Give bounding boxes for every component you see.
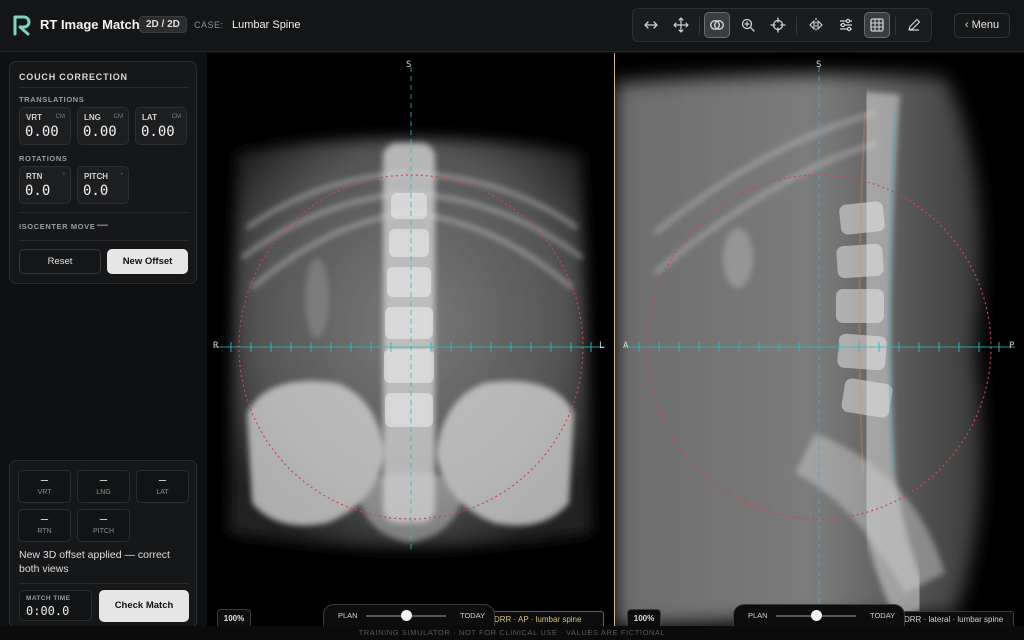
- lateral-xray-image: [615, 53, 1024, 626]
- move-icon[interactable]: [668, 12, 694, 38]
- pitch-label: PITCH: [84, 172, 108, 181]
- lat-unit: CM: [171, 114, 181, 120]
- lateral-orientation-right: P: [1009, 341, 1015, 351]
- match-time-value: 0:00.0: [26, 604, 70, 618]
- offset-vrt: – VRT: [18, 470, 71, 503]
- check-match-button[interactable]: Check Match: [99, 590, 189, 622]
- tool-bar: [632, 8, 932, 42]
- rtn-value: 0.0: [25, 183, 51, 199]
- case-name: Lumbar Spine: [232, 19, 301, 31]
- mirror-icon[interactable]: [803, 12, 829, 38]
- rotations-title: ROTATIONS: [19, 154, 68, 163]
- top-bar: RT Image Match 2D / 2D CASE: Lumbar Spin…: [0, 0, 1024, 52]
- disclaimer-footer: TRAINING SIMULATOR · NOT FOR CLINICAL US…: [0, 626, 1024, 640]
- ap-xray-image: [207, 53, 614, 626]
- toolbar-divider: [796, 17, 797, 35]
- zoom-icon[interactable]: [735, 12, 761, 38]
- mode-badge[interactable]: 2D / 2D: [139, 16, 187, 33]
- ap-orientation-left: R: [213, 341, 219, 351]
- divider: [19, 583, 189, 584]
- vrt-unit: CM: [55, 114, 65, 120]
- vrt-label: VRT: [26, 113, 42, 122]
- ap-orientation-top: S: [406, 60, 412, 70]
- lateral-orientation-left: A: [623, 341, 629, 351]
- ap-blend-slider[interactable]: PLAN TODAY: [323, 604, 495, 626]
- app-title: RT Image Match: [40, 17, 140, 32]
- vrt-value: 0.00: [25, 124, 59, 140]
- lat-field[interactable]: LAT CM 0.00: [135, 107, 187, 145]
- ap-viewport[interactable]: S R L 100% DRR · AP · lumbar spine PLAN …: [207, 53, 614, 626]
- offset-vrt-value: –: [40, 473, 49, 487]
- lng-value: 0.00: [83, 124, 117, 140]
- offset-lat: – LAT: [136, 470, 189, 503]
- rtn-field[interactable]: RTN ° 0.0: [19, 166, 71, 204]
- vrt-field[interactable]: VRT CM 0.00: [19, 107, 71, 145]
- offset-lng-value: –: [99, 473, 108, 487]
- grid-icon[interactable]: [864, 12, 890, 38]
- lat-value: 0.00: [141, 124, 175, 140]
- ap-blend-plan-label: PLAN: [338, 611, 358, 620]
- new-offset-button[interactable]: New Offset: [107, 249, 188, 274]
- ap-blend-today-label: TODAY: [460, 611, 486, 620]
- lateral-blend-today-label: TODAY: [870, 611, 896, 620]
- ap-blend-knob[interactable]: [401, 610, 412, 621]
- offset-pitch-value: –: [99, 512, 108, 526]
- lng-unit: CM: [113, 114, 123, 120]
- offset-lng: – LNG: [77, 470, 130, 503]
- divider: [19, 87, 189, 88]
- lateral-blend-knob[interactable]: [811, 610, 822, 621]
- blend-overlay-icon[interactable]: [704, 12, 730, 38]
- offset-vrt-label: VRT: [37, 489, 52, 496]
- panel-title: COUCH CORRECTION: [19, 72, 128, 82]
- couch-correction-panel: COUCH CORRECTION TRANSLATIONS VRT CM 0.0…: [9, 61, 197, 284]
- lng-label: LNG: [84, 113, 101, 122]
- ap-zoom-badge[interactable]: 100%: [217, 609, 251, 626]
- lateral-blend-slider[interactable]: PLAN TODAY: [733, 604, 905, 626]
- ap-orientation-right: L: [599, 341, 605, 351]
- divider: [19, 240, 189, 241]
- offset-panel: – VRT – LNG – LAT – RTN – PITCH New 3D o…: [9, 460, 197, 628]
- lateral-viewport[interactable]: S A P 100% DRR · lateral · lumbar spine …: [615, 53, 1024, 626]
- lateral-blend-plan-label: PLAN: [748, 611, 768, 620]
- lng-field[interactable]: LNG CM 0.00: [77, 107, 129, 145]
- lateral-orientation-top: S: [816, 60, 822, 70]
- translations-title: TRANSLATIONS: [19, 95, 85, 104]
- offset-lat-value: –: [158, 473, 167, 487]
- ap-caption: DRR · AP · lumbar spine: [489, 611, 604, 626]
- case-label: CASE:: [194, 20, 224, 30]
- isocenter-move-value: —: [97, 219, 108, 231]
- match-time: MATCH TIME 0:00.0: [19, 590, 92, 621]
- offset-lng-label: LNG: [96, 489, 111, 496]
- arrows-horizontal-icon[interactable]: [638, 12, 664, 38]
- pitch-value: 0.0: [83, 183, 109, 199]
- offset-rtn-label: RTN: [37, 528, 52, 535]
- pencil-icon[interactable]: [901, 12, 927, 38]
- app-logo: [13, 15, 31, 36]
- menu-button[interactable]: ‹ Menu: [954, 13, 1010, 38]
- offset-rtn: – RTN: [18, 509, 71, 542]
- adjust-sliders-icon[interactable]: [833, 12, 859, 38]
- offset-pitch: – PITCH: [77, 509, 130, 542]
- divider: [19, 212, 189, 213]
- status-message: New 3D offset applied — correct both vie…: [19, 549, 170, 575]
- pitch-field[interactable]: PITCH ° 0.0: [77, 166, 129, 204]
- toolbar-divider: [895, 17, 896, 35]
- crosshair-icon[interactable]: [765, 12, 791, 38]
- toolbar-divider: [699, 17, 700, 35]
- offset-pitch-label: PITCH: [93, 528, 114, 535]
- rtn-unit: °: [62, 173, 65, 179]
- lateral-zoom-badge[interactable]: 100%: [627, 609, 661, 626]
- rtn-label: RTN: [26, 172, 43, 181]
- reset-button[interactable]: Reset: [19, 249, 101, 274]
- pitch-unit: °: [120, 173, 123, 179]
- isocenter-move-label: ISOCENTER MOVE: [19, 222, 96, 231]
- offset-rtn-value: –: [40, 512, 49, 526]
- match-time-label: MATCH TIME: [26, 595, 71, 602]
- lat-label: LAT: [142, 113, 157, 122]
- lateral-caption: DRR · lateral · lumbar spine: [899, 611, 1014, 626]
- offset-lat-label: LAT: [156, 489, 169, 496]
